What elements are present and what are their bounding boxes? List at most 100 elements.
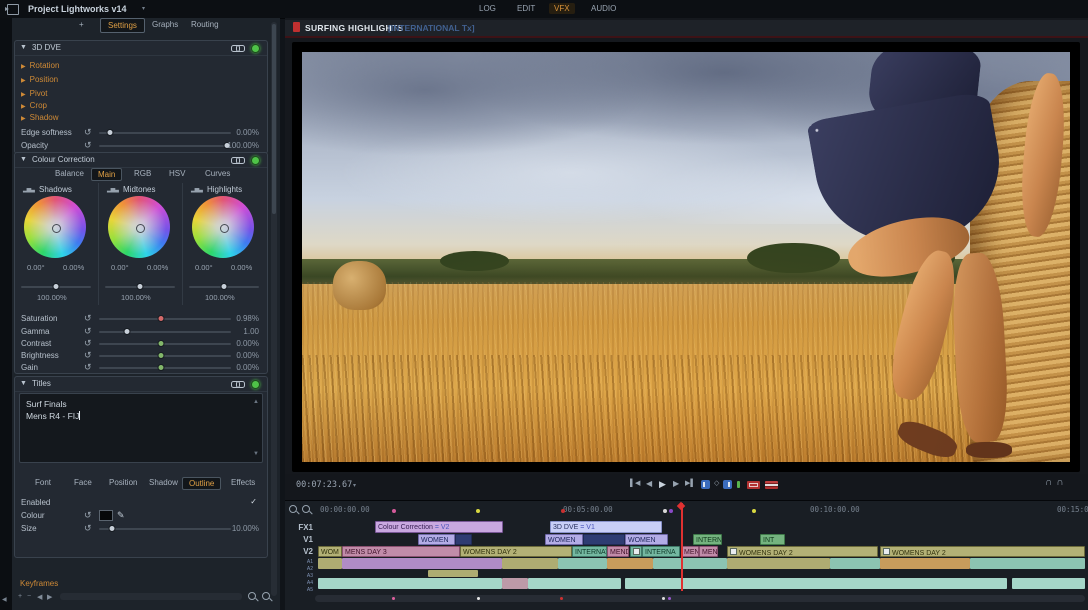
track-label-fx1[interactable]: FX1 bbox=[289, 523, 313, 532]
titles-tab-face[interactable]: Face bbox=[68, 477, 98, 488]
panel-tab-settings[interactable]: Settings bbox=[100, 18, 145, 33]
audio-clip[interactable] bbox=[342, 558, 502, 569]
clip-unnamed[interactable] bbox=[455, 534, 472, 545]
clip-womens-day-2[interactable]: WOMENS DAY 2 bbox=[727, 546, 878, 557]
zoom-in-icon[interactable] bbox=[248, 592, 258, 602]
clip-mend[interactable]: MEND bbox=[699, 546, 718, 557]
dve-item-pivot[interactable]: ▶Pivot bbox=[21, 89, 47, 98]
dve-item-crop[interactable]: ▶Crop bbox=[21, 101, 47, 110]
slider-knob[interactable] bbox=[123, 328, 130, 335]
titles-tab-position[interactable]: Position bbox=[103, 477, 143, 488]
titles-tab-font[interactable]: Font bbox=[29, 477, 57, 488]
clip-3d-dve[interactable]: 3D DVE = V1 bbox=[550, 521, 662, 533]
clip-women[interactable]: WOMEN bbox=[545, 534, 583, 545]
panel-tab-routing[interactable]: Routing bbox=[184, 18, 226, 31]
cc-tab-hsv[interactable]: HSV bbox=[163, 168, 191, 179]
timeline-zoom-in-icon[interactable] bbox=[302, 505, 312, 515]
brightness-slider[interactable] bbox=[99, 355, 231, 357]
slider-knob[interactable] bbox=[158, 364, 165, 371]
mark-in-icon[interactable] bbox=[701, 480, 710, 489]
mark-out-icon[interactable] bbox=[723, 480, 732, 489]
histogram-icon[interactable]: ▂▅▃ bbox=[107, 186, 118, 193]
wheel-center-handle[interactable] bbox=[136, 224, 145, 233]
opacity-slider[interactable] bbox=[99, 145, 231, 147]
track-label-v2[interactable]: V2 bbox=[289, 547, 313, 556]
track-label-v1[interactable]: V1 bbox=[289, 535, 313, 544]
rail-collapse-icon[interactable]: ◀ bbox=[2, 596, 7, 603]
shadows-luma-slider[interactable] bbox=[21, 286, 91, 288]
audio-clip[interactable] bbox=[528, 578, 621, 589]
collapse-icon[interactable]: ▼ bbox=[20, 156, 27, 163]
marker-red[interactable] bbox=[561, 509, 565, 513]
panel-tab-graphs[interactable]: Graphs bbox=[145, 18, 185, 31]
scroll-down-icon[interactable]: ▼ bbox=[253, 448, 259, 460]
wheel-center-handle[interactable] bbox=[52, 224, 61, 233]
titles-tab-effects[interactable]: Effects bbox=[225, 477, 261, 488]
titles-header[interactable]: ▼ Titles bbox=[15, 377, 267, 392]
marker-yellow[interactable] bbox=[476, 509, 480, 513]
audio-clip[interactable] bbox=[727, 558, 830, 569]
tab-edit[interactable]: EDIT bbox=[512, 3, 540, 14]
marker-violet[interactable] bbox=[669, 509, 673, 513]
gain-slider[interactable] bbox=[99, 367, 231, 369]
audio-clip[interactable] bbox=[428, 570, 478, 577]
enable-led[interactable] bbox=[251, 44, 260, 53]
clip-women[interactable]: WOMEN bbox=[625, 534, 668, 545]
clip-unnamed[interactable] bbox=[583, 534, 625, 545]
go-to-end-icon[interactable]: ▶▌ bbox=[685, 479, 695, 489]
midtones-luma-slider[interactable] bbox=[105, 286, 175, 288]
reset-icon[interactable]: ↺ bbox=[84, 523, 92, 533]
video-image[interactable] bbox=[302, 52, 1070, 462]
slider-knob[interactable] bbox=[158, 340, 165, 347]
marker-yellow[interactable] bbox=[752, 509, 756, 513]
clip-int[interactable]: INT bbox=[760, 534, 785, 545]
link-icon[interactable] bbox=[231, 380, 245, 388]
clip-mend[interactable]: MEND bbox=[607, 546, 629, 557]
clip-mens-day-3[interactable]: MENS DAY 3 bbox=[342, 546, 460, 557]
title-text-input[interactable]: Surf Finals Mens R4 - FIJ ▲ ▼ bbox=[19, 393, 263, 463]
step-forward-icon[interactable]: ▶ bbox=[673, 479, 679, 489]
add-panel-tab[interactable]: + bbox=[72, 18, 91, 31]
link-icon[interactable] bbox=[231, 44, 245, 52]
slider-knob[interactable] bbox=[53, 283, 60, 290]
track-label-a4[interactable]: A4 bbox=[303, 580, 313, 586]
reset-icon[interactable]: ↺ bbox=[84, 338, 92, 348]
colour-picker-icon[interactable]: ✎ bbox=[117, 510, 125, 521]
gamma-slider[interactable] bbox=[99, 331, 231, 333]
collapse-icon[interactable]: ▼ bbox=[20, 380, 27, 387]
cc-tab-curves[interactable]: Curves bbox=[199, 168, 236, 179]
project-icon[interactable] bbox=[7, 4, 19, 15]
clip-womens-day-2[interactable]: WOMENS DAY 2 bbox=[880, 546, 1085, 557]
clip-women[interactable]: WOMEN bbox=[418, 534, 455, 545]
reset-icon[interactable]: ↺ bbox=[84, 127, 92, 137]
contrast-slider[interactable] bbox=[99, 343, 231, 345]
sequence-settings-icon[interactable] bbox=[765, 481, 778, 489]
tab-vfx[interactable]: VFX bbox=[549, 3, 575, 14]
reset-icon[interactable]: ↺ bbox=[84, 350, 92, 360]
mark-point-icon[interactable]: ◇ bbox=[714, 479, 719, 489]
reset-icon[interactable]: ↺ bbox=[84, 326, 92, 336]
keyframe-add-icon[interactable]: + bbox=[18, 593, 22, 600]
sequence-subtitle[interactable]: [INTERNATIONAL Tx] bbox=[388, 23, 475, 33]
link-icon[interactable] bbox=[231, 156, 245, 164]
dve-item-shadow[interactable]: ▶Shadow bbox=[21, 113, 59, 122]
export-icon[interactable] bbox=[747, 481, 760, 489]
enable-led[interactable] bbox=[251, 156, 260, 165]
clip-interna[interactable]: INTERNA bbox=[642, 546, 680, 557]
cc-tab-balance[interactable]: Balance bbox=[49, 168, 90, 179]
marker-white[interactable] bbox=[663, 509, 667, 513]
track-label-a3[interactable]: A3 bbox=[303, 573, 313, 579]
step-back-icon[interactable]: ◀ bbox=[646, 479, 652, 489]
track-label-a1[interactable]: A1 bbox=[303, 559, 313, 565]
clip-wom[interactable]: WOM bbox=[318, 546, 342, 557]
enabled-checkbox[interactable]: ✓ bbox=[250, 497, 257, 506]
edge-softness-slider[interactable] bbox=[99, 132, 231, 134]
slider-knob[interactable] bbox=[221, 283, 228, 290]
reset-icon[interactable]: ↺ bbox=[84, 313, 92, 323]
clip-men[interactable]: MEN bbox=[681, 546, 699, 557]
slider-knob[interactable] bbox=[106, 129, 113, 136]
audio-clip[interactable] bbox=[607, 558, 653, 569]
enable-led[interactable] bbox=[251, 380, 260, 389]
tab-audio[interactable]: AUDIO bbox=[586, 3, 621, 14]
clip-colour-correction[interactable]: Colour Correction = V2 bbox=[375, 521, 503, 533]
